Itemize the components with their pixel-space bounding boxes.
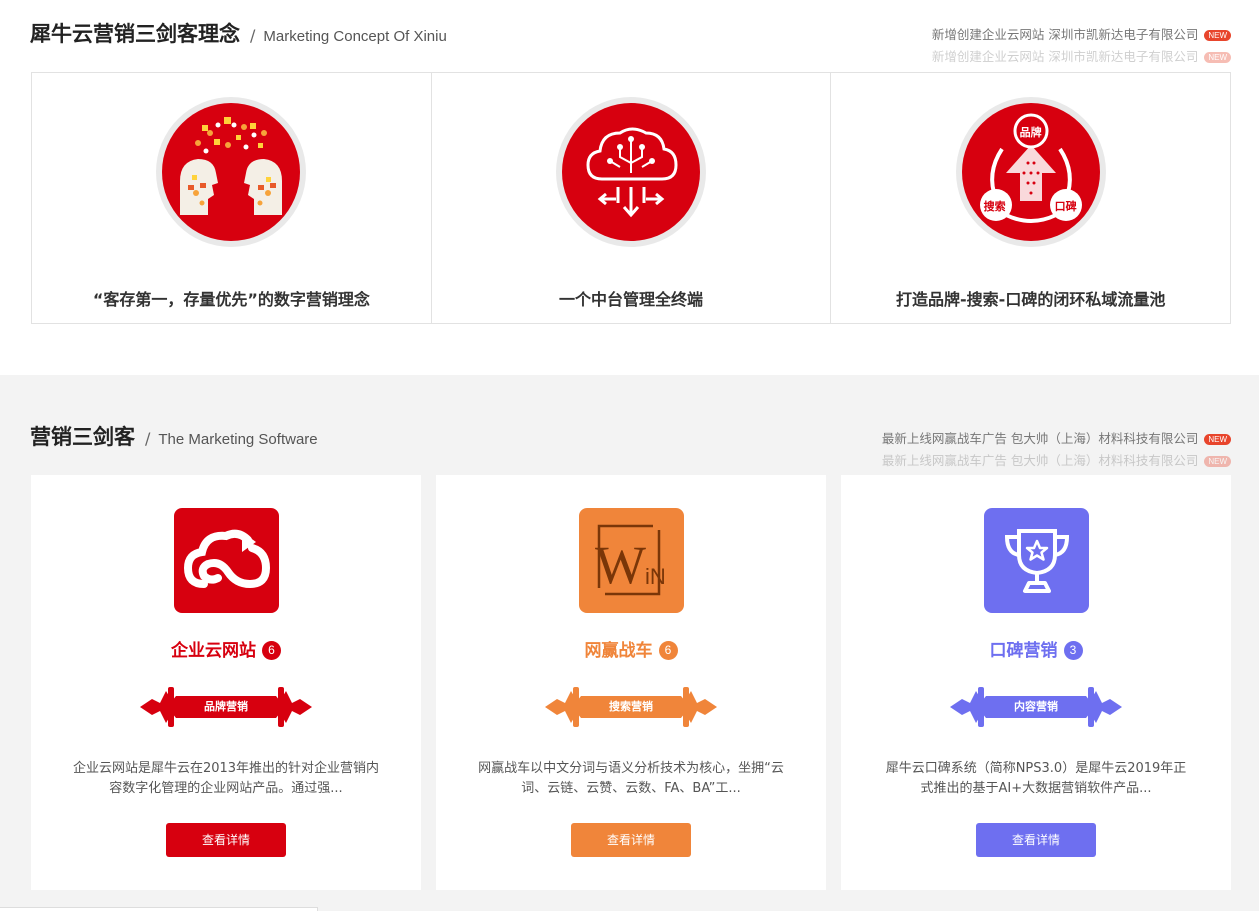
win-logo-text-small: iN	[645, 564, 666, 589]
count-badge: 6	[658, 641, 678, 660]
concept-icon-circle: 品牌 搜索 口碑	[955, 97, 1106, 247]
news-item[interactable]: 最新上线网赢战车广告 包大帅（上海）材料科技有限公司 NEW	[811, 450, 1231, 468]
concept-item: “客存第一，存量优先”的数字营销理念	[32, 73, 432, 323]
product-card-website: 企业云网站 6 品牌营销 企业云网站是犀牛云在2013年推出的针对企业营销内容数字…	[31, 475, 421, 890]
section-title-zh: 营销三剑客	[30, 425, 135, 449]
news-ticker: 最新上线网赢战车广告 包大帅（上海）材料科技有限公司 NEW 最新上线网赢战车广告…	[811, 428, 1231, 468]
section-title-en: The Marketing Software	[158, 431, 318, 448]
product-description: 犀牛云口碑系统（简称NPS3.0）是犀牛云2019年正式推出的基于AI+大数据营…	[885, 761, 1187, 796]
news-text[interactable]: 最新上线网赢战车广告 包大帅（上海）材料科技有限公司	[882, 453, 1198, 468]
cloud-icon	[183, 529, 270, 588]
view-details-button[interactable]: 查看详情	[166, 823, 286, 857]
product-name[interactable]: 口碑营销	[990, 641, 1058, 661]
concept-section: 犀牛云营销三剑客理念 / Marketing Concept Of Xiniu …	[0, 0, 1259, 375]
label-reputation: 口碑	[1054, 200, 1077, 213]
section-title-en: Marketing Concept Of Xiniu	[263, 28, 447, 45]
heads-exchange-icon	[180, 117, 283, 215]
count-badge: 6	[262, 641, 281, 660]
software-section: 营销三剑客 / The Marketing Software 最新上线网赢战车广…	[0, 375, 1259, 911]
product-card-reputation: 口碑营销 3 内容营销 犀牛云口碑系统（简称NPS3.0）是犀牛云2019年正式推…	[841, 475, 1231, 890]
section-title: 营销三剑客 / The Marketing Software	[30, 421, 318, 451]
new-badge: NEW	[1204, 456, 1231, 467]
section-title: 犀牛云营销三剑客理念 / Marketing Concept Of Xiniu	[30, 18, 447, 48]
new-badge: NEW	[1204, 30, 1231, 41]
label-search: 搜索	[983, 200, 1006, 213]
banner-label: 搜索营销	[609, 700, 653, 713]
news-text[interactable]: 最新上线网赢战车广告 包大帅（上海）材料科技有限公司	[882, 431, 1198, 446]
new-badge: NEW	[1204, 434, 1231, 445]
product-card-winchariot: W iN 网赢战车 6 搜索营销 网赢战车以中文分词与语义分析技术为核心，坐拥“云…	[436, 475, 826, 890]
product-description: 企业云网站是犀牛云在2013年推出的针对企业营销内容数字化管理的企业网站产品。通…	[72, 761, 380, 796]
product-name-row: 企业云网站 6	[31, 636, 421, 661]
product-name-row: 网赢战车 6	[436, 636, 826, 661]
concept-item: 一个中台管理全终端	[432, 73, 832, 323]
product-name[interactable]: 网赢战车	[585, 641, 653, 661]
title-separator: /	[145, 429, 151, 448]
concept-caption: “客存第一，存量优先”的数字营销理念	[92, 290, 370, 309]
concept-item: 品牌 搜索 口碑 打造品牌-搜索-口碑的闭环私域流量池	[831, 73, 1230, 323]
title-separator: /	[250, 26, 256, 45]
product-logo[interactable]: W iN	[579, 508, 684, 613]
product-logo[interactable]	[174, 508, 279, 613]
new-badge: NEW	[1204, 52, 1231, 63]
concept-caption: 打造品牌-搜索-口碑的闭环私域流量池	[896, 290, 1166, 309]
section-title-zh: 犀牛云营销三剑客理念	[30, 22, 240, 46]
news-text[interactable]: 新增创建企业云网站 深圳市凯新达电子有限公司	[932, 27, 1198, 42]
news-item[interactable]: 新增创建企业云网站 深圳市凯新达电子有限公司 NEW	[831, 46, 1231, 64]
category-banner: 内容营销	[950, 681, 1122, 733]
banner-label: 内容营销	[1014, 700, 1058, 713]
label-brand: 品牌	[1019, 126, 1042, 139]
view-details-button[interactable]: 查看详情	[571, 823, 691, 857]
concept-list: “客存第一，存量优先”的数字营销理念 一个中台管理全终端 品牌 搜索 口碑 打造…	[31, 72, 1231, 324]
news-ticker: 新增创建企业云网站 深圳市凯新达电子有限公司 NEW 新增创建企业云网站 深圳市凯…	[831, 24, 1231, 64]
category-banner: 搜索营销	[545, 681, 717, 733]
news-text[interactable]: 新增创建企业云网站 深圳市凯新达电子有限公司	[932, 49, 1198, 64]
concept-icon-circle	[556, 97, 706, 247]
product-cards: 企业云网站 6 品牌营销 企业云网站是犀牛云在2013年推出的针对企业营销内容数字…	[31, 475, 1231, 890]
win-logo-text: W	[595, 535, 646, 595]
count-badge: 3	[1063, 641, 1083, 660]
news-item[interactable]: 最新上线网赢战车广告 包大帅（上海）材料科技有限公司 NEW	[811, 428, 1231, 450]
product-name[interactable]: 企业云网站	[171, 641, 256, 661]
concept-icon-circle	[156, 97, 307, 247]
trophy-icon	[1004, 528, 1069, 593]
banner-label: 品牌营销	[204, 700, 248, 713]
news-item[interactable]: 新增创建企业云网站 深圳市凯新达电子有限公司 NEW	[831, 24, 1231, 46]
concept-caption: 一个中台管理全终端	[559, 290, 704, 309]
view-details-button[interactable]: 查看详情	[976, 823, 1096, 857]
horizontal-scrollbar[interactable]	[0, 907, 318, 911]
product-name-row: 口碑营销 3	[841, 636, 1231, 661]
product-logo[interactable]	[984, 508, 1089, 613]
category-banner: 品牌营销	[140, 681, 312, 733]
cloud-terminal-icon	[586, 127, 678, 218]
product-description: 网赢战车以中文分词与语义分析技术为核心，坐拥“云词、云链、云赞、云数、FA、BA…	[478, 761, 784, 796]
